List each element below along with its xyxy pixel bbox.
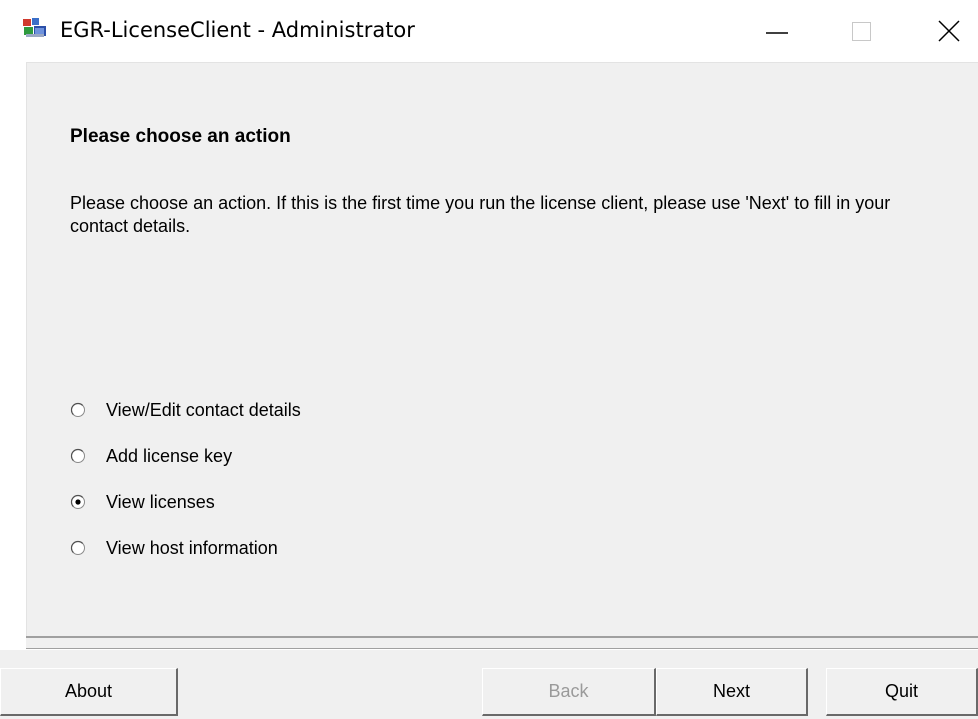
radio-view-licenses[interactable] [70,494,86,510]
option-view-host-information[interactable]: View host information [70,536,301,582]
radio-selected-dot [75,499,81,505]
close-icon [938,20,960,42]
maximize-button[interactable] [834,0,904,62]
content-panel: Please choose an action Please choose an… [26,62,978,637]
next-button[interactable]: Next [656,668,808,716]
option-view-edit-contact-details[interactable]: View/Edit contact details [70,398,301,444]
back-button[interactable]: Back [482,668,656,716]
radio-view-host-information[interactable] [70,540,86,556]
close-button[interactable] [908,0,978,62]
egr-app-icon[interactable] [22,17,50,41]
separator-gap [26,638,978,648]
title-bar[interactable]: EGR-LicenseClient - Administrator [0,0,978,62]
minimize-icon [766,32,788,34]
minimize-button[interactable] [748,0,818,62]
separator-line [26,648,978,649]
option-label: View host information [106,538,278,558]
radio-add-license-key[interactable] [70,448,86,464]
option-add-license-key[interactable]: Add license key [70,444,301,490]
about-button[interactable]: About [0,668,178,716]
action-options: View/Edit contact details Add license ke… [70,398,301,582]
window-title: EGR-LicenseClient - Administrator [60,18,415,42]
button-bar: About Back Next Quit [0,650,978,719]
maximize-icon [852,22,871,41]
page-heading: Please choose an action [70,126,291,147]
option-label: View licenses [106,492,215,512]
page-description: Please choose an action. If this is the … [70,193,891,236]
option-view-licenses[interactable]: View licenses [70,490,301,536]
option-label: View/Edit contact details [106,400,301,420]
radio-view-edit-contact-details[interactable] [70,402,86,418]
option-label: Add license key [106,446,233,466]
quit-button[interactable]: Quit [826,668,978,716]
